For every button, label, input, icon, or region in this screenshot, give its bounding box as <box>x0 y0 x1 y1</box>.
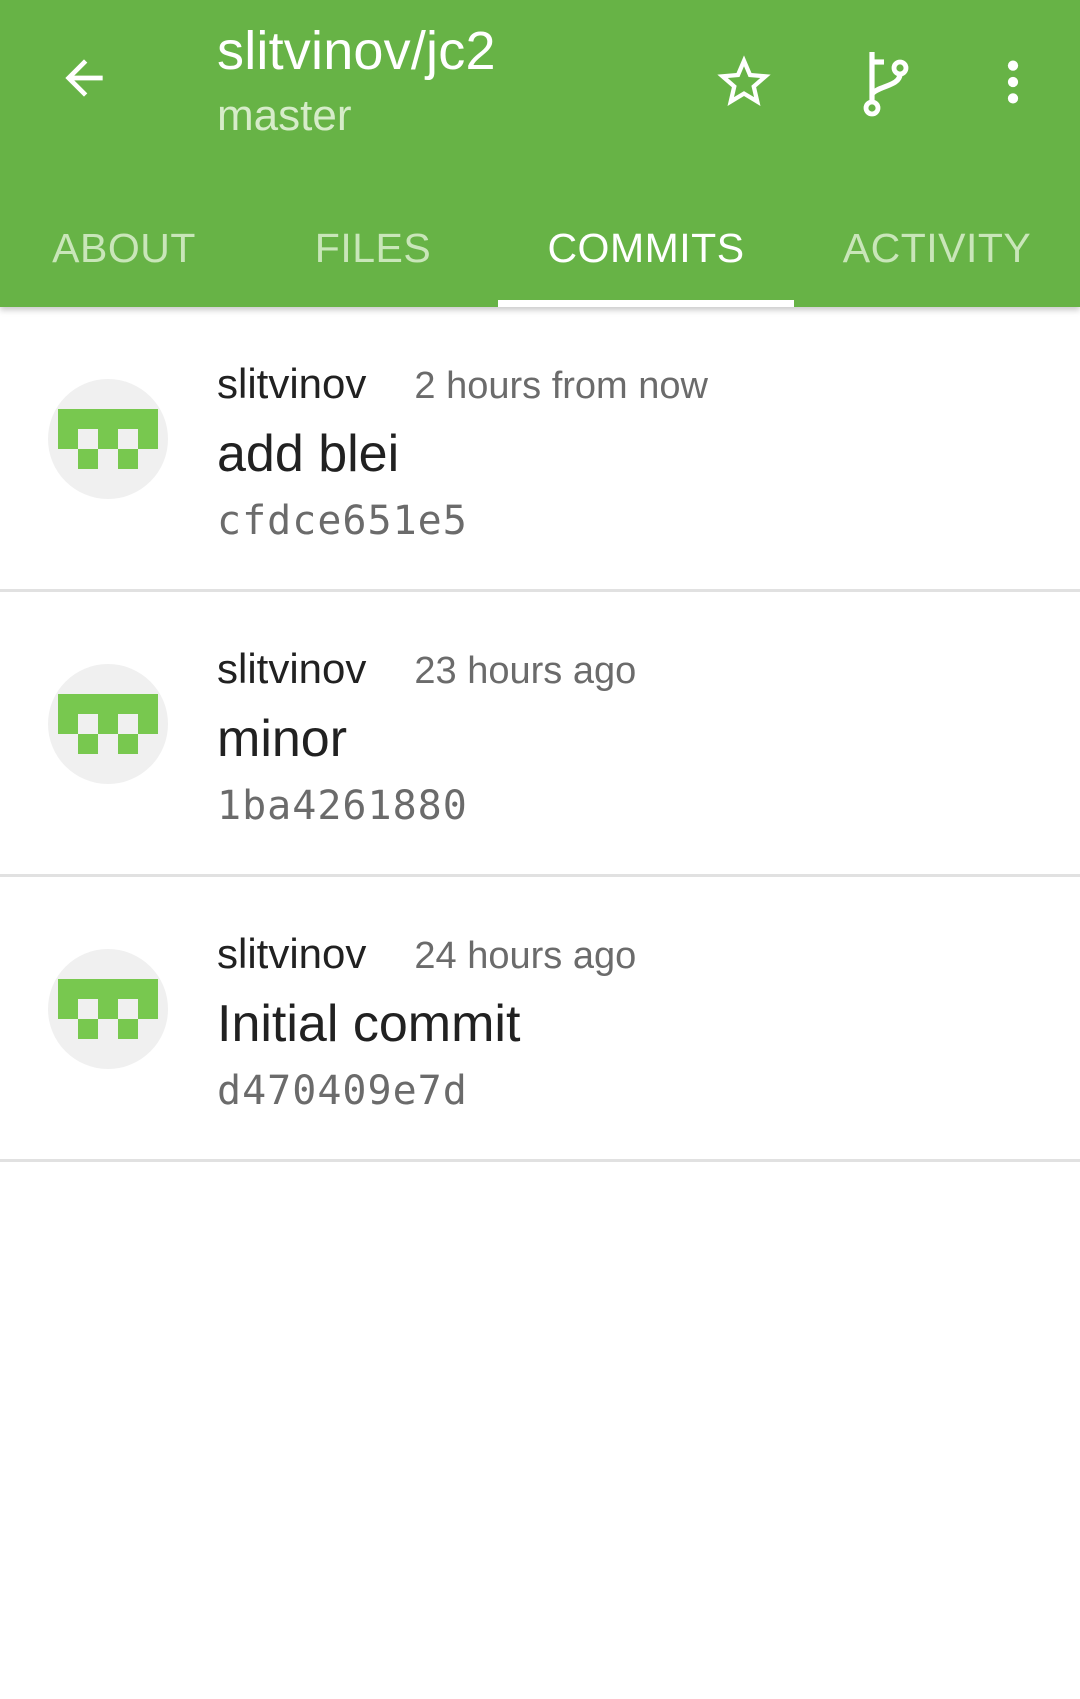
identicon-icon <box>58 409 158 469</box>
commit-row[interactable]: slitvinov 23 hours ago minor 1ba4261880 <box>0 592 1080 877</box>
commit-sha: d470409e7d <box>217 1068 468 1114</box>
identicon-icon <box>58 694 158 754</box>
commit-sha: cfdce651e5 <box>217 498 468 544</box>
star-button[interactable] <box>704 42 784 122</box>
commit-time: 2 hours from now <box>414 365 708 407</box>
commit-row[interactable]: slitvinov 24 hours ago Initial commit d4… <box>0 877 1080 1162</box>
repo-title: slitvinov/jc2 <box>217 21 496 81</box>
star-icon <box>717 55 771 106</box>
tab-commits[interactable]: COMMITS <box>498 190 794 307</box>
commit-time: 23 hours ago <box>414 650 637 692</box>
commit-details: slitvinov 2 hours from now add blei cfdc… <box>217 359 708 547</box>
more-options-button[interactable] <box>973 42 1053 122</box>
commit-author: slitvinov <box>217 360 367 407</box>
commit-meta: slitvinov 2 hours from now <box>217 359 708 411</box>
tab-bar: ABOUT FILES COMMITS ACTIVITY <box>0 190 1080 307</box>
commit-meta: slitvinov 24 hours ago <box>217 929 636 981</box>
commit-author: slitvinov <box>217 645 367 692</box>
avatar <box>48 379 168 499</box>
commit-sha: 1ba4261880 <box>217 783 468 829</box>
commit-list: slitvinov 2 hours from now add blei cfdc… <box>0 307 1080 1162</box>
tab-indicator <box>498 300 794 307</box>
branch-button[interactable] <box>846 42 926 122</box>
branch-icon <box>863 52 909 117</box>
commit-meta: slitvinov 23 hours ago <box>217 644 636 696</box>
back-button[interactable] <box>48 42 120 114</box>
tab-about[interactable]: ABOUT <box>0 190 248 307</box>
avatar <box>48 664 168 784</box>
commit-message: minor <box>217 710 348 768</box>
app-bar: slitvinov/jc2 master ABOUT FILES COMMITS… <box>0 0 1080 307</box>
title-block: slitvinov/jc2 master <box>217 18 496 144</box>
commit-author: slitvinov <box>217 930 367 977</box>
commit-message: Initial commit <box>217 995 521 1053</box>
tab-activity[interactable]: ACTIVITY <box>794 190 1080 307</box>
identicon-icon <box>58 979 158 1039</box>
branch-subtitle: master <box>217 91 352 140</box>
arrow-back-icon <box>65 59 103 97</box>
tab-files[interactable]: FILES <box>248 190 498 307</box>
commit-details: slitvinov 23 hours ago minor 1ba4261880 <box>217 644 636 832</box>
commit-time: 24 hours ago <box>414 935 637 977</box>
more-vert-icon <box>1007 60 1019 104</box>
commit-message: add blei <box>217 425 400 483</box>
commit-row[interactable]: slitvinov 2 hours from now add blei cfdc… <box>0 307 1080 592</box>
avatar <box>48 949 168 1069</box>
commit-details: slitvinov 24 hours ago Initial commit d4… <box>217 929 636 1117</box>
